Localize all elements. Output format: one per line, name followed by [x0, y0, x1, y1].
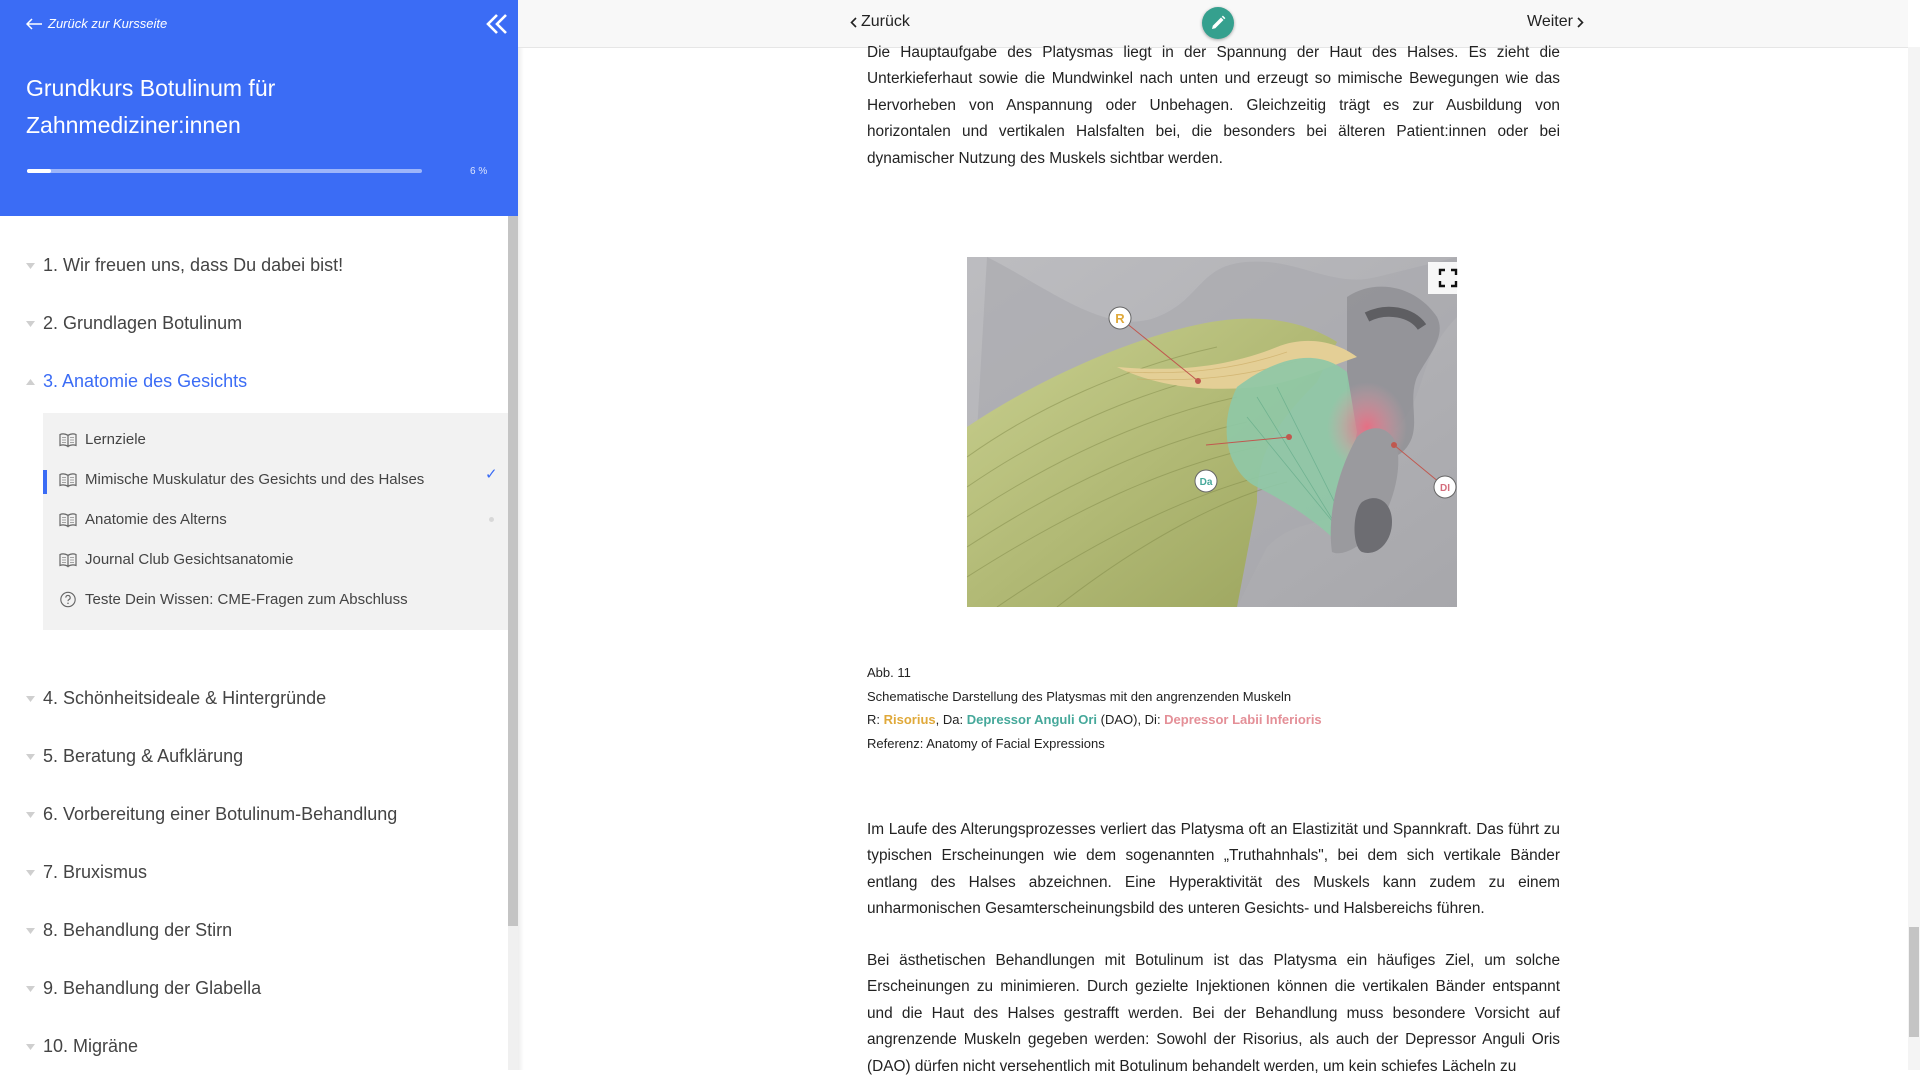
collapse-sidebar-button[interactable] — [484, 12, 510, 36]
chapter-3-lessons: Lernziele Mimische Muskulatur des Gesich… — [43, 413, 508, 630]
lesson-label: Journal Club Gesichtsanatomie — [85, 551, 294, 568]
caret-down-icon — [26, 985, 35, 992]
expand-icon — [1438, 268, 1458, 288]
course-progress-fill — [27, 169, 51, 173]
legend-r-prefix: R: — [867, 712, 884, 728]
chapter-label: 2. Grundlagen Botulinum — [43, 313, 243, 333]
caret-up-icon — [26, 378, 35, 385]
chevron-right-icon — [1577, 16, 1584, 28]
caret-down-icon — [26, 1043, 35, 1050]
caret-down-icon — [26, 811, 35, 818]
chapter-6[interactable]: 6. Vorbereitung einer Botulinum-Behandlu… — [26, 804, 397, 825]
chapter-3[interactable]: 3. Anatomie des Gesichts — [26, 371, 247, 392]
marker-depressor-anguli-ori: Da — [1194, 469, 1218, 493]
lesson-label: Anatomie des Alterns — [85, 511, 227, 528]
lesson-status-dot — [489, 517, 494, 522]
caption-legend: R: Risorius, Da: Depressor Anguli Ori (D… — [867, 708, 1560, 732]
book-icon — [59, 552, 77, 567]
lesson-anatomie-des-alterns[interactable]: Anatomie des Alterns — [59, 511, 227, 528]
arrow-left-icon — [26, 17, 42, 30]
book-icon — [59, 472, 77, 487]
chapter-5[interactable]: 5. Beratung & Aufklärung — [26, 746, 243, 767]
svg-text:R: R — [1115, 311, 1125, 326]
back-to-course-link[interactable]: Zurück zur Kursseite — [26, 16, 167, 31]
legend-depressor-labii-inferioris: Depressor Labii Inferioris — [1164, 712, 1322, 728]
caret-down-icon — [26, 262, 35, 269]
paragraph-botulinum-treatment: Bei ästhetischen Behandlungen mit Botuli… — [867, 952, 1560, 1075]
paragraph-aging-platysma: Im Laufe des Alterungsprozesses verliert… — [867, 821, 1560, 918]
content-scroll-thumb[interactable] — [1909, 927, 1919, 1037]
chevron-left-icon — [850, 16, 857, 28]
book-icon — [59, 512, 77, 527]
sidebar-scrollbar[interactable] — [508, 216, 518, 1070]
lesson-journal-club[interactable]: Journal Club Gesichtsanatomie — [59, 551, 293, 568]
svg-text:Da: Da — [1200, 477, 1213, 488]
chapter-label: 9. Behandlung der Glabella — [43, 978, 262, 998]
back-link-label: Zurück zur Kursseite — [48, 16, 168, 31]
chapter-list: 1. Wir freuen uns, dass Du dabei bist! 2… — [0, 216, 508, 1070]
chapter-7[interactable]: 7. Bruxismus — [26, 862, 147, 883]
lesson-completed-check-icon: ✓ — [485, 466, 498, 483]
next-label: Weiter — [1527, 13, 1573, 30]
legend-risorius: Risorius — [883, 712, 936, 728]
course-header: Zurück zur Kursseite Grundkurs Botulinum… — [0, 0, 518, 216]
chapter-2[interactable]: 2. Grundlagen Botulinum — [26, 313, 242, 334]
chapter-label: 7. Bruxismus — [43, 862, 148, 882]
chapter-8[interactable]: 8. Behandlung der Stirn — [26, 920, 232, 941]
marker-risorius: R — [1108, 306, 1132, 330]
lesson-lernziele[interactable]: Lernziele — [59, 431, 146, 448]
pencil-icon — [1212, 15, 1226, 29]
lesson-cme-quiz[interactable]: Teste Dein Wissen: CME-Fragen zum Abschl… — [59, 591, 408, 608]
course-progress-percent: 6 % — [470, 166, 488, 177]
chapter-label: 5. Beratung & Aufklärung — [43, 746, 244, 766]
legend-depressor-anguli-ori: Depressor Anguli Ori — [966, 712, 1097, 728]
chapter-1[interactable]: 1. Wir freuen uns, dass Du dabei bist! — [26, 255, 343, 276]
lesson-mimische-muskulatur[interactable]: Mimische Muskulatur des Gesichts und des… — [59, 471, 424, 488]
caret-down-icon — [26, 869, 35, 876]
legend-di-prefix: (DAO), Di: — [1097, 712, 1165, 728]
lesson-label: Lernziele — [85, 431, 146, 448]
chapter-label: 10. Migräne — [43, 1036, 139, 1056]
paragraph-platysma-function: Die Hauptaufgabe des Platysmas liegt in … — [867, 44, 1560, 167]
content-scrollbar[interactable] — [1908, 47, 1920, 1070]
next-lesson-button[interactable]: Weiter — [1527, 13, 1584, 31]
previous-lesson-button[interactable]: Zurück — [850, 13, 910, 31]
caption-title: Schematische Darstellung des Platysmas m… — [867, 688, 1292, 704]
double-chevron-left-icon — [486, 14, 507, 34]
caption-reference: Referenz: Anatomy of Facial Expressions — [867, 735, 1105, 751]
sidebar-scroll-thumb[interactable] — [508, 216, 518, 926]
chapter-10[interactable]: 10. Migräne — [26, 1036, 138, 1057]
caret-down-icon — [26, 927, 35, 934]
caret-down-icon — [26, 695, 35, 702]
anatomy-figure-platysma: R Da DI — [967, 257, 1457, 607]
chapter-label: 6. Vorbereitung einer Botulinum-Behandlu… — [43, 804, 398, 824]
chapter-label: 1. Wir freuen uns, dass Du dabei bist! — [43, 255, 344, 275]
caret-down-icon — [26, 320, 35, 327]
chapter-9[interactable]: 9. Behandlung der Glabella — [26, 978, 261, 999]
chapter-label: 3. Anatomie des Gesichts — [43, 371, 248, 391]
active-lesson-indicator — [43, 470, 47, 494]
chapter-label: 8. Behandlung der Stirn — [43, 920, 233, 940]
chapter-4[interactable]: 4. Schönheitsideale & Hintergründe — [26, 688, 326, 709]
sidebar-shadow — [518, 0, 524, 1070]
platysma-illustration: R Da DI — [967, 257, 1457, 607]
caption-number: Abb. 11 — [867, 665, 911, 680]
course-progress-bar — [27, 169, 422, 173]
svg-text:DI: DI — [1440, 483, 1450, 494]
previous-label: Zurück — [861, 13, 910, 30]
book-icon — [59, 432, 77, 447]
legend-da-prefix: , Da: — [935, 712, 967, 728]
course-title: Grundkurs Botulinum für Zahnmediziner:in… — [26, 75, 276, 138]
caret-down-icon — [26, 753, 35, 760]
lesson-label: Teste Dein Wissen: CME-Fragen zum Abschl… — [85, 591, 408, 608]
lesson-label: Mimische Muskulatur des Gesichts und des… — [85, 471, 425, 488]
figure-caption: Abb. 11 Schematische Darstellung des Pla… — [867, 661, 1560, 755]
edit-button[interactable] — [1202, 7, 1234, 39]
sidebar: Zurück zur Kursseite Grundkurs Botulinum… — [0, 0, 518, 1070]
question-circle-icon — [60, 591, 76, 608]
marker-depressor-labii-inferioris: DI — [1433, 475, 1457, 499]
chapter-label: 4. Schönheitsideale & Hintergründe — [43, 688, 327, 708]
fullscreen-button[interactable] — [1428, 262, 1468, 294]
